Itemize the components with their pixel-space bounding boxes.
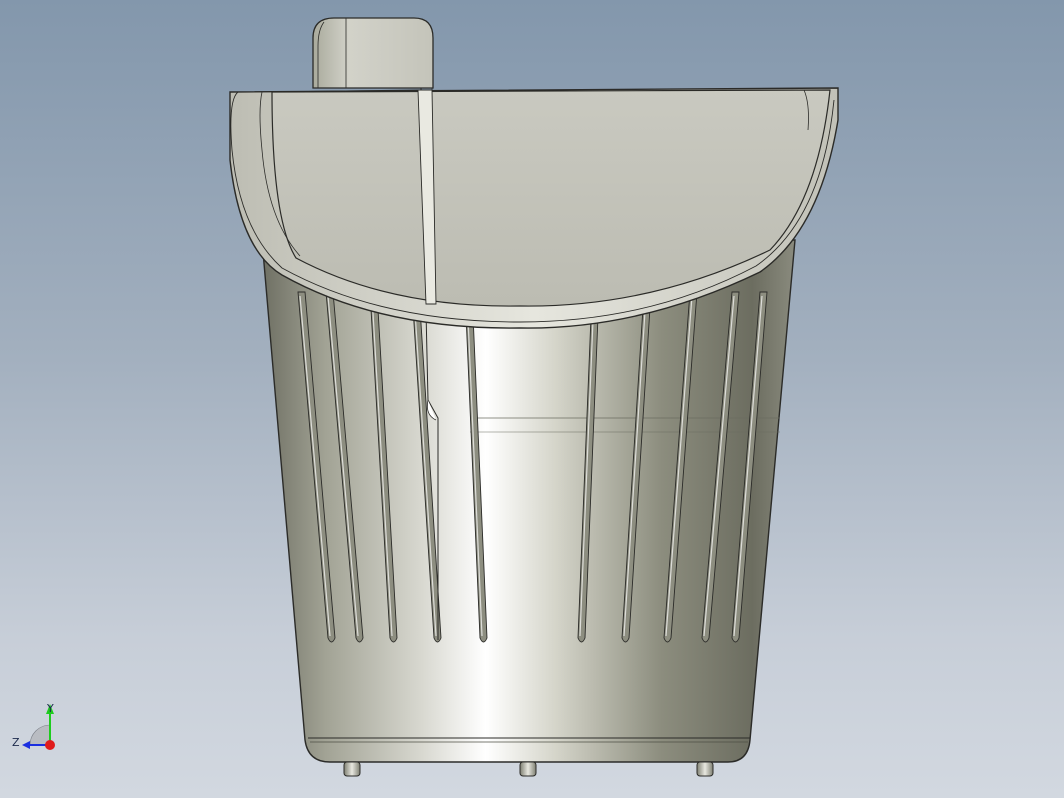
coordinate-triad: Y Z — [12, 702, 55, 750]
graphics-viewport[interactable]: Y Z — [0, 0, 1064, 798]
triad-y-label: Y — [46, 702, 54, 715]
feet-group — [343, 761, 714, 777]
foot — [343, 761, 361, 777]
triad-z-label: Z — [12, 736, 20, 749]
triad-x-axis — [45, 740, 55, 750]
top-tab — [312, 17, 434, 89]
foot — [696, 761, 714, 777]
triad-z-arrow — [22, 741, 30, 749]
model-view[interactable]: Y Z — [0, 0, 1064, 798]
foot — [519, 761, 537, 777]
